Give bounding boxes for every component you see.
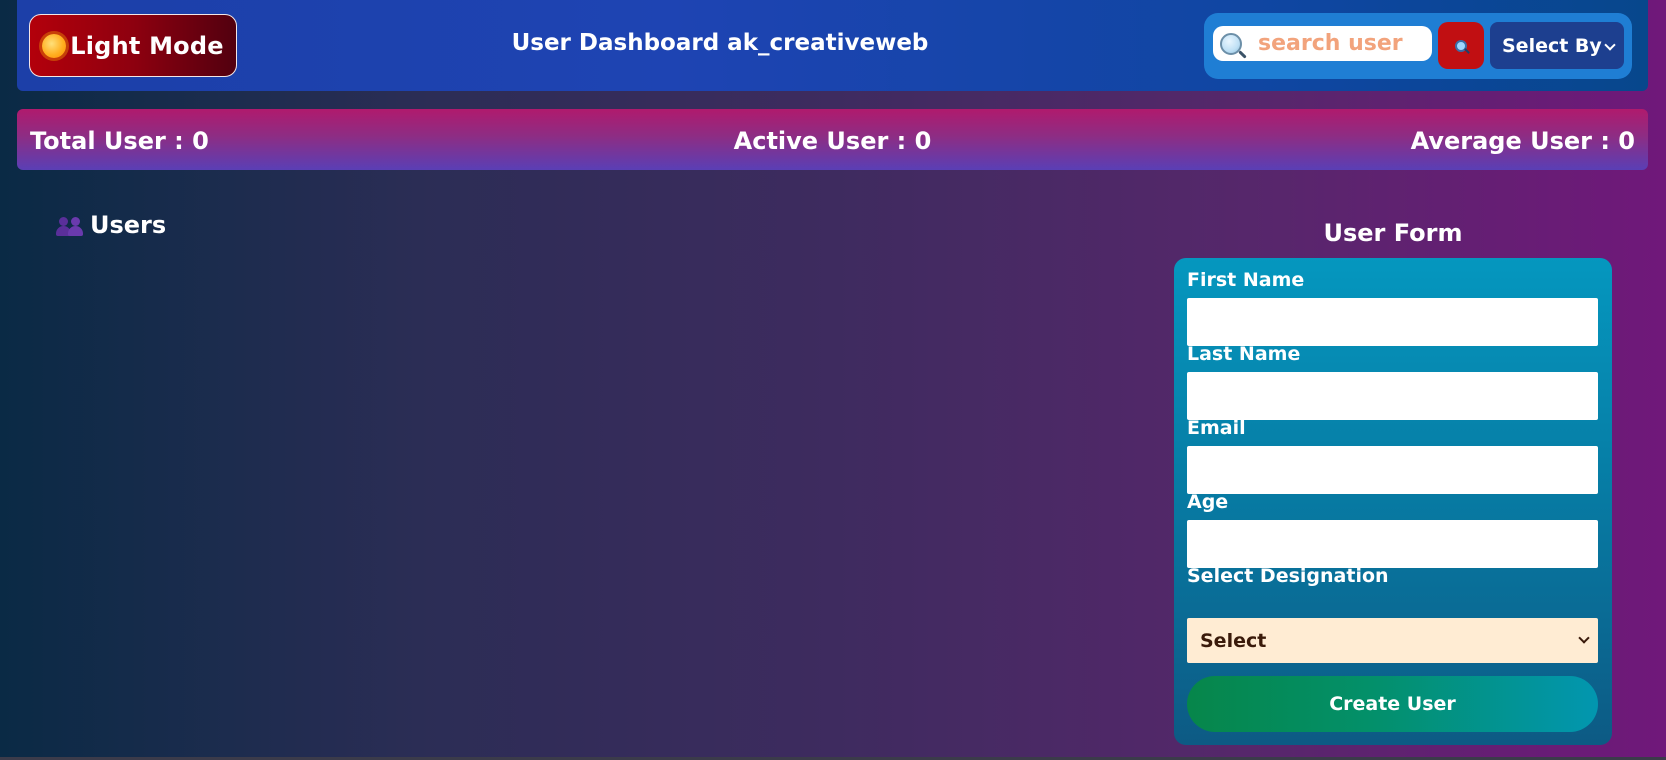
chevron-down-icon bbox=[1604, 39, 1616, 51]
create-user-button[interactable]: Create User bbox=[1187, 676, 1598, 732]
age-field[interactable] bbox=[1187, 520, 1598, 568]
active-user-stat: Active User : 0 bbox=[733, 127, 932, 155]
designation-label: Select Designation bbox=[1187, 565, 1389, 587]
users-heading: Users bbox=[56, 211, 166, 239]
users-icon bbox=[56, 214, 84, 236]
users-label: Users bbox=[90, 211, 167, 239]
search-box bbox=[1213, 26, 1432, 61]
search-button[interactable] bbox=[1438, 22, 1484, 69]
sun-icon bbox=[42, 33, 67, 58]
page-title: User Dashboard ak_creativeweb bbox=[511, 30, 929, 56]
search-input[interactable] bbox=[1256, 30, 1430, 57]
average-user-stat: Average User : 0 bbox=[1410, 127, 1635, 155]
user-form-title: User Form bbox=[1323, 219, 1463, 247]
magnifier-icon bbox=[1220, 32, 1242, 55]
age-label: Age bbox=[1187, 491, 1229, 513]
first-name-label: First Name bbox=[1187, 269, 1305, 291]
email-field[interactable] bbox=[1187, 446, 1598, 494]
select-by-label: Select By bbox=[1502, 34, 1602, 57]
first-name-field[interactable] bbox=[1187, 298, 1598, 346]
designation-selected-value: Select bbox=[1200, 629, 1267, 652]
user-form: First Name Last Name Email Age Select De… bbox=[1174, 258, 1612, 745]
stats-bar: Total User : 0 Active User : 0 Average U… bbox=[17, 109, 1648, 170]
last-name-label: Last Name bbox=[1187, 343, 1301, 365]
chevron-down-icon bbox=[1578, 632, 1590, 644]
light-mode-button[interactable]: Light Mode bbox=[29, 14, 237, 77]
select-by-dropdown[interactable]: Select By bbox=[1490, 22, 1624, 69]
search-icon bbox=[1455, 39, 1467, 52]
email-label: Email bbox=[1187, 417, 1246, 439]
search-container: Select By bbox=[1204, 13, 1632, 79]
designation-select[interactable]: Select bbox=[1187, 618, 1598, 663]
last-name-field[interactable] bbox=[1187, 372, 1598, 420]
light-mode-label: Light Mode bbox=[70, 31, 224, 60]
